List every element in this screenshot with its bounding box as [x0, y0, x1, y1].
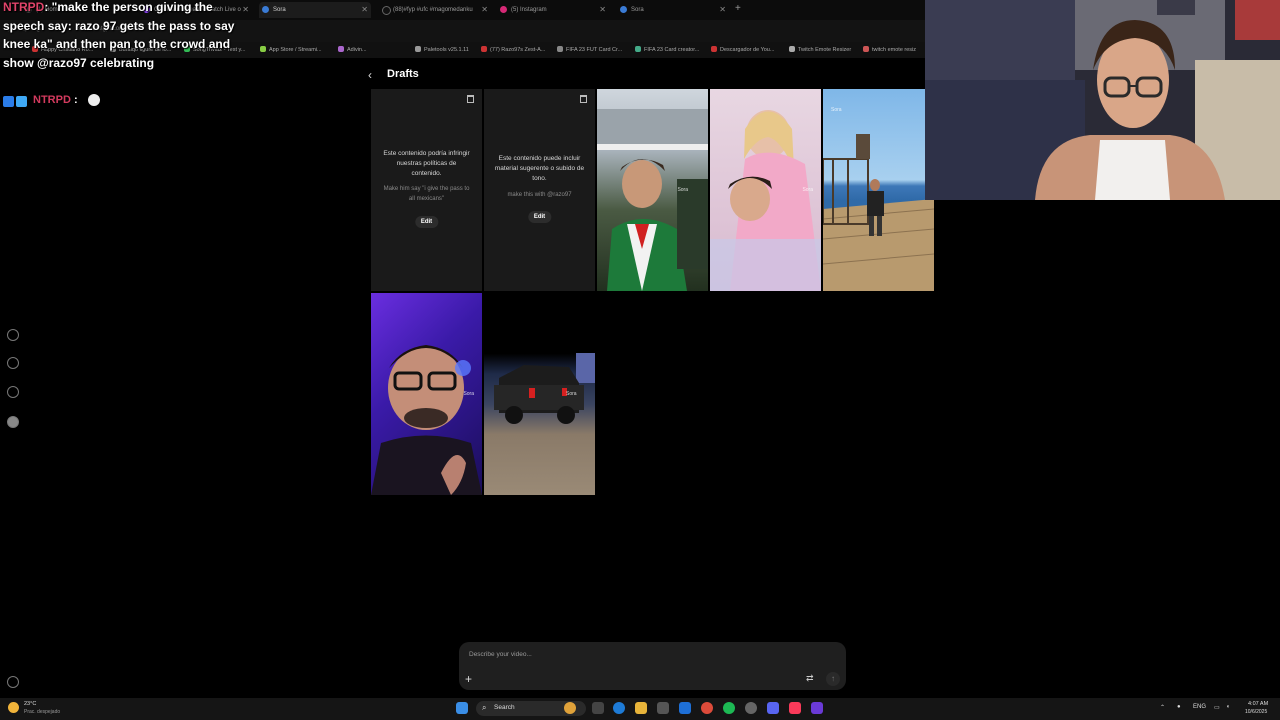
settings-icon[interactable]	[7, 676, 19, 688]
app-icon[interactable]	[811, 702, 823, 714]
bookmark-icon	[260, 46, 266, 52]
close-icon[interactable]: ✕	[599, 2, 606, 18]
volume-icon[interactable]: ◖	[1226, 704, 1230, 710]
music-icon[interactable]	[789, 702, 801, 714]
webcam-image	[925, 0, 1280, 200]
draft-video-thumbnail[interactable]: Sora	[597, 89, 708, 291]
draft-video-thumbnail[interactable]: Sora	[371, 293, 482, 495]
bookmark[interactable]: App Store / Streami...	[260, 46, 322, 53]
home-icon[interactable]	[7, 329, 19, 341]
outlook-icon[interactable]	[679, 702, 691, 714]
windows-start-icon[interactable]	[456, 702, 468, 714]
weather-temperature[interactable]: 23°C	[24, 701, 36, 707]
bookmark-icon	[481, 46, 487, 52]
tiktok-icon	[382, 6, 391, 15]
bookmark[interactable]: Adivin...	[338, 46, 367, 53]
chat-message: NTRPD: "make the person giving the speec…	[3, 0, 243, 72]
settings-icon[interactable]	[745, 702, 757, 714]
badge-icon	[3, 96, 14, 107]
chat-username: NTRPD	[33, 94, 71, 106]
new-tab-button[interactable]: +	[735, 3, 741, 14]
chevron-up-icon[interactable]: ⌃	[1160, 704, 1165, 711]
prompt-composer	[459, 642, 846, 690]
weather-condition[interactable]: Prac. despejado	[24, 709, 60, 715]
watermark: Sora	[566, 391, 577, 397]
bookmark[interactable]: twitch emote resiz	[863, 46, 916, 53]
bookmark-icon	[415, 46, 421, 52]
sora-icon	[620, 6, 627, 13]
chat-message-2: NTRPD :	[33, 94, 78, 106]
chat-username: NTRPD	[3, 0, 45, 14]
chrome-icon[interactable]	[701, 702, 713, 714]
task-view-icon[interactable]	[592, 702, 604, 714]
store-icon[interactable]	[657, 702, 669, 714]
search-icon[interactable]	[7, 357, 19, 369]
discord-icon[interactable]	[767, 702, 779, 714]
network-icon[interactable]: ▭	[1214, 704, 1220, 711]
bookmark[interactable]: Descargador de You...	[711, 46, 774, 53]
edit-button[interactable]: Edit	[527, 211, 552, 223]
bookmark[interactable]: FIFA 23 FUT Card Cr...	[557, 46, 622, 53]
webcam-overlay	[925, 0, 1280, 200]
emote-icon	[88, 94, 100, 106]
draft-video-thumbnail[interactable]: Sora	[710, 89, 821, 291]
edit-button[interactable]: Edit	[414, 216, 439, 228]
bookmark-icon	[338, 46, 344, 52]
sora-icon	[262, 6, 269, 13]
watermark: Sora	[463, 391, 474, 397]
watermark: Sora	[802, 187, 813, 193]
describe-video-input[interactable]	[467, 650, 771, 659]
watermark: Sora	[677, 187, 688, 193]
badge-icon	[16, 96, 27, 107]
bookmark[interactable]: Twitch Emote Resizer	[789, 46, 851, 53]
bookmark[interactable]: Paletools v25.1.11	[415, 46, 469, 53]
search-highlight-icon	[564, 702, 576, 714]
profile-icon[interactable]	[7, 416, 19, 428]
clock-date[interactable]: 10/6/2025	[1245, 709, 1267, 715]
watermark: Sora	[831, 107, 842, 113]
back-button[interactable]: ‹	[368, 68, 372, 82]
bookmark-icon	[789, 46, 795, 52]
bookmark-icon	[635, 46, 641, 52]
bell-icon[interactable]	[7, 386, 19, 398]
chat-badges	[3, 94, 29, 112]
tab-tiktok[interactable]: (88)#fyp #ufc #magomedanku ✕	[379, 2, 491, 18]
thumbnail-image	[484, 293, 595, 424]
bookmark-icon	[711, 46, 717, 52]
clock-time[interactable]: 4:07 AM	[1248, 701, 1268, 707]
tab-sora[interactable]: Sora ✕	[617, 2, 729, 18]
language-indicator[interactable]: ENG	[1193, 704, 1206, 710]
close-icon[interactable]: ✕	[242, 2, 249, 18]
instagram-icon	[500, 6, 507, 13]
search-icon: ⌕	[482, 703, 487, 712]
mic-icon[interactable]: ●	[1177, 704, 1181, 710]
taskbar-search-label: Search	[494, 704, 515, 711]
add-media-button[interactable]: +	[465, 672, 472, 686]
draft-card-blocked[interactable]: Este contenido puede incluir material su…	[484, 89, 595, 291]
close-icon[interactable]: ✕	[361, 2, 368, 18]
tab-sora-active[interactable]: Sora ✕	[259, 2, 371, 18]
close-icon[interactable]: ✕	[481, 2, 488, 18]
draft-card-blocked[interactable]: Este contenido podría infringir nuestras…	[371, 89, 482, 291]
draft-video-thumbnail[interactable]: Sora	[484, 293, 595, 495]
trash-icon[interactable]	[580, 95, 587, 103]
bookmark-icon	[863, 46, 869, 52]
close-icon[interactable]: ✕	[719, 2, 726, 18]
bookmark[interactable]: FIFA 23 Card creator...	[635, 46, 699, 53]
weather-icon[interactable]	[8, 702, 19, 713]
bookmark[interactable]: (77) Razo97s Zest-A...	[481, 46, 545, 53]
bookmark-icon	[557, 46, 563, 52]
file-explorer-icon[interactable]	[635, 702, 647, 714]
draft-video-thumbnail[interactable]: Sora	[823, 89, 934, 291]
send-button[interactable]: ↑	[826, 672, 840, 686]
spotify-icon[interactable]	[723, 702, 735, 714]
edge-icon[interactable]	[613, 702, 625, 714]
tab-instagram[interactable]: (5) Instagram ✕	[497, 2, 609, 18]
thumbnail-image	[597, 109, 708, 291]
page-title: Drafts	[387, 68, 419, 80]
trash-icon[interactable]	[467, 95, 474, 103]
thumbnail-image	[823, 134, 934, 291]
settings-toggle-icon[interactable]: ⇄	[806, 673, 814, 684]
